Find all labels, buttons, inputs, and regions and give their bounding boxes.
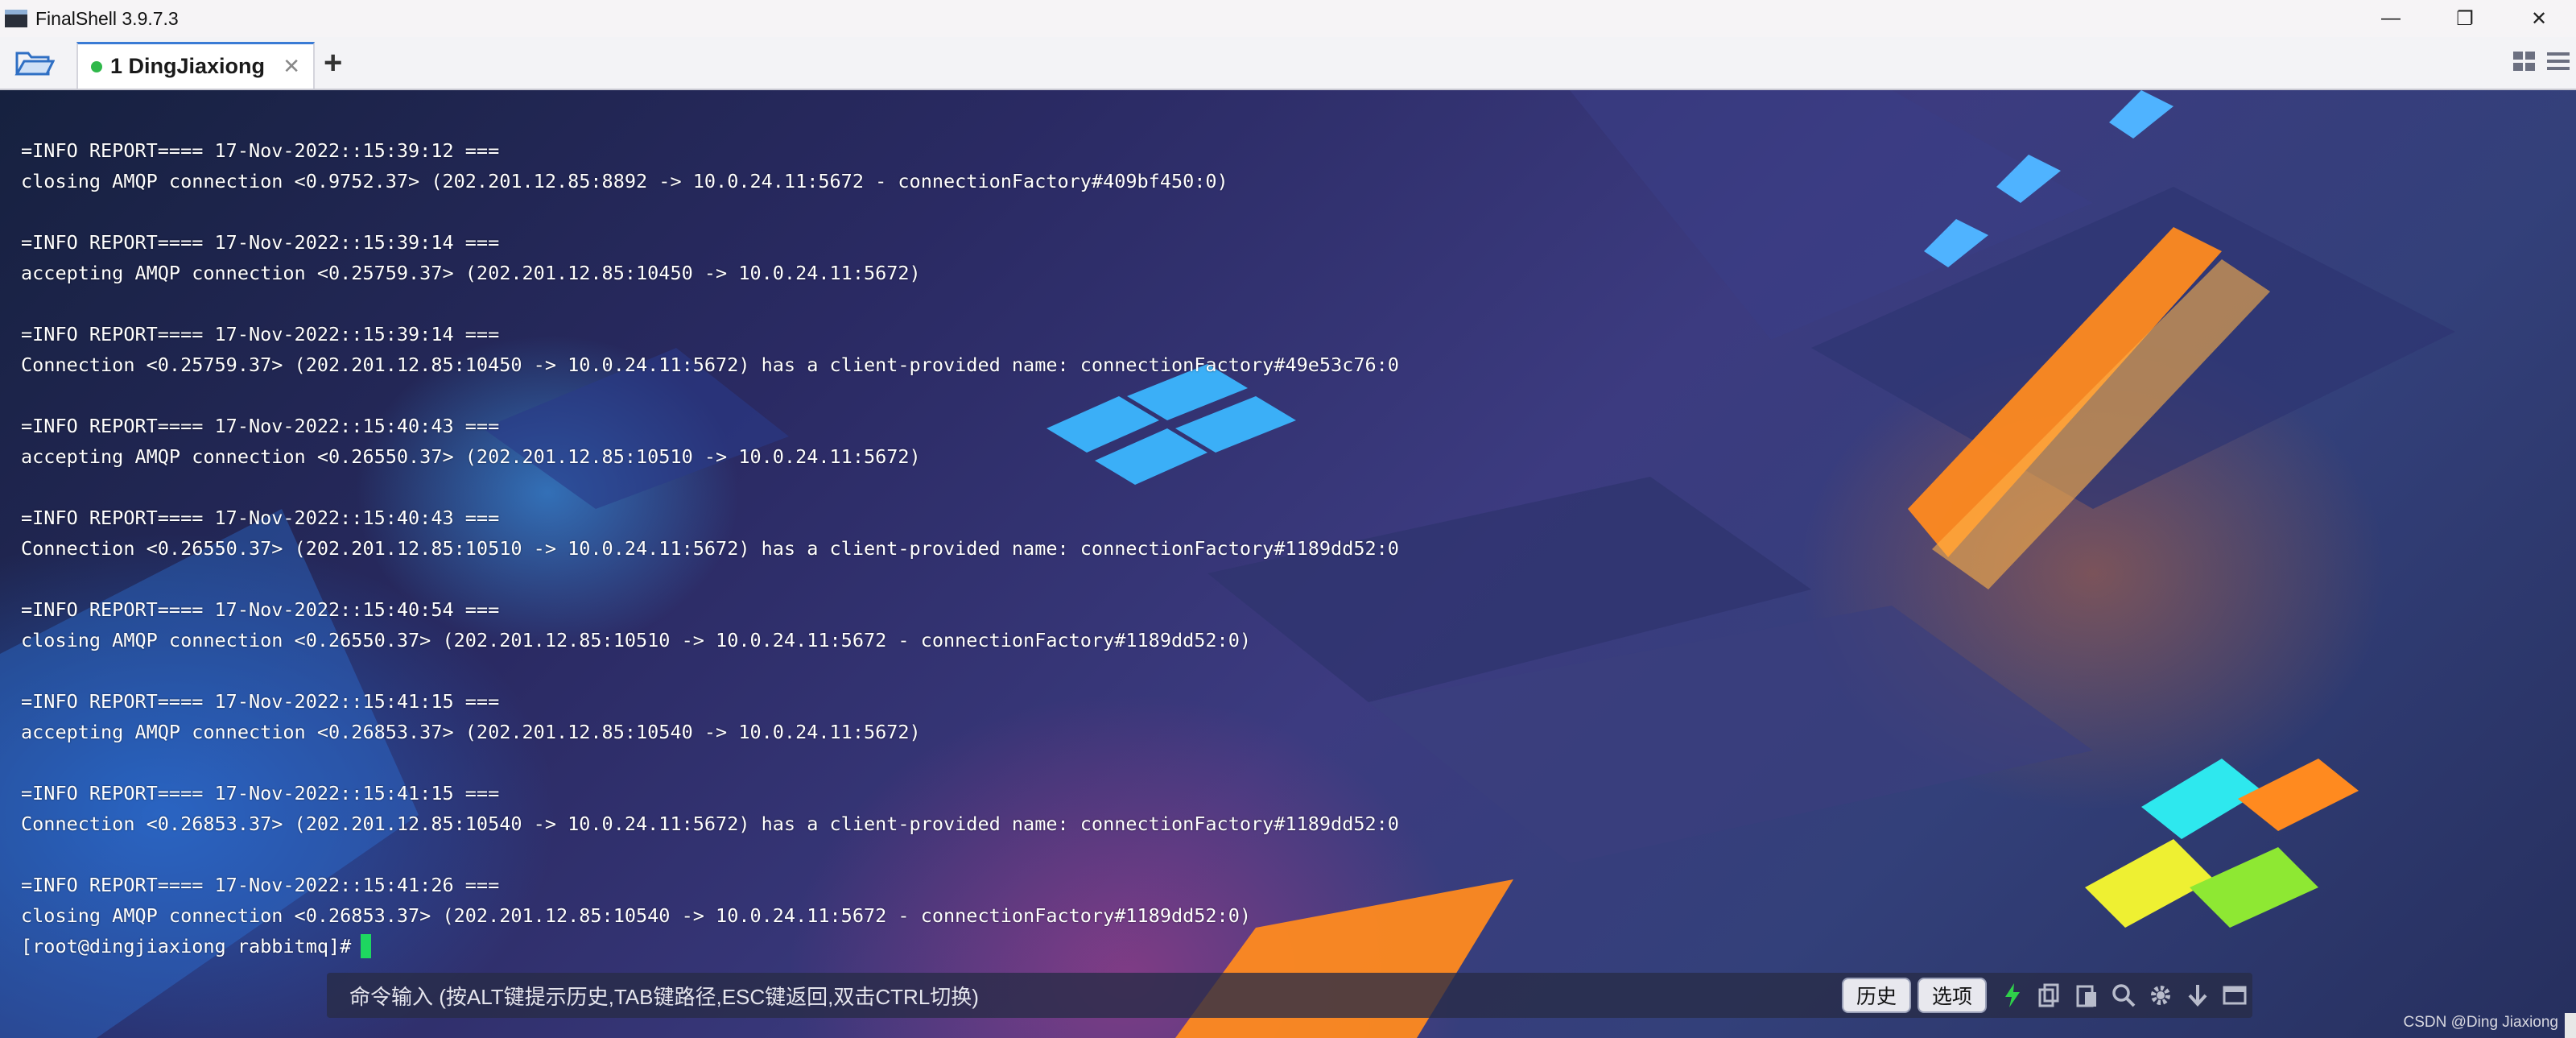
- terminal-line: =INFO REPORT==== 17-Nov-2022::15:40:54 =…: [21, 598, 500, 621]
- window-icon[interactable]: [2217, 978, 2252, 1013]
- connection-status-dot: [91, 60, 102, 72]
- grid-view-icon[interactable]: [2512, 48, 2537, 78]
- gear-icon[interactable]: [2143, 978, 2178, 1013]
- terminal-line: closing AMQP connection <0.9752.37> (202…: [21, 170, 1228, 192]
- minimize-button[interactable]: —: [2354, 0, 2428, 37]
- terminal-log: =INFO REPORT==== 17-Nov-2022::15:39:12 =…: [21, 135, 1399, 961]
- close-button[interactable]: ✕: [2502, 0, 2576, 37]
- terminal-line: =INFO REPORT==== 17-Nov-2022::15:41:15 =…: [21, 782, 500, 804]
- terminal-output[interactable]: =INFO REPORT==== 17-Nov-2022::15:39:12 =…: [0, 90, 2576, 1038]
- terminal-line: =INFO REPORT==== 17-Nov-2022::15:39:12 =…: [21, 139, 500, 162]
- restore-button[interactable]: ❐: [2428, 0, 2502, 37]
- terminal-line: Connection <0.26550.37> (202.201.12.85:1…: [21, 537, 1399, 560]
- command-input-bar: 命令输入 (按ALT键提示历史,TAB键路径,ESC键返回,双击CTRL切换) …: [327, 973, 2252, 1018]
- terminal-line: accepting AMQP connection <0.25759.37> (…: [21, 262, 921, 284]
- tab-close-icon[interactable]: ✕: [283, 54, 300, 79]
- shell-prompt: [root@dingjiaxiong rabbitmq]#: [21, 935, 352, 957]
- layout-toggle-group: [2512, 48, 2571, 78]
- terminal-line: accepting AMQP connection <0.26550.37> (…: [21, 445, 921, 468]
- terminal-line: closing AMQP connection <0.26550.37> (20…: [21, 629, 1252, 651]
- tab-bar: 1 DingJiaxiong ✕ +: [0, 37, 2576, 90]
- tab-session[interactable]: 1 DingJiaxiong ✕: [76, 42, 315, 89]
- window-title: FinalShell 3.9.7.3: [35, 7, 179, 29]
- terminal-line: =INFO REPORT==== 17-Nov-2022::15:40:43 =…: [21, 415, 500, 437]
- terminal-line: closing AMQP connection <0.26853.37> (20…: [21, 904, 1252, 927]
- paste-icon[interactable]: [2069, 978, 2104, 1013]
- terminal-line: =INFO REPORT==== 17-Nov-2022::15:39:14 =…: [21, 323, 500, 345]
- terminal-line: accepting AMQP connection <0.26853.37> (…: [21, 721, 921, 743]
- finalshell-window: FinalShell 3.9.7.3 — ❐ ✕ 1 DingJiaxiong …: [0, 0, 2576, 1038]
- shell-prompt-line[interactable]: [root@dingjiaxiong rabbitmq]#: [21, 931, 1399, 961]
- tab-label: 1 DingJiaxiong: [110, 54, 266, 78]
- history-button[interactable]: 历史: [1841, 978, 1911, 1013]
- terminal-line: Connection <0.26853.37> (202.201.12.85:1…: [21, 813, 1399, 835]
- folder-icon[interactable]: [14, 47, 56, 79]
- terminal-line: Connection <0.25759.37> (202.201.12.85:1…: [21, 354, 1399, 376]
- terminal-line: =INFO REPORT==== 17-Nov-2022::15:39:14 =…: [21, 231, 500, 254]
- terminal-line: =INFO REPORT==== 17-Nov-2022::15:41:26 =…: [21, 874, 500, 896]
- watermark: CSDN @Ding Jiaxiong: [2403, 1014, 2558, 1031]
- search-icon[interactable]: [2106, 978, 2141, 1013]
- command-input[interactable]: 命令输入 (按ALT键提示历史,TAB键路径,ESC键返回,双击CTRL切换): [349, 981, 1842, 1011]
- title-bar: FinalShell 3.9.7.3 — ❐ ✕: [0, 0, 2576, 37]
- list-view-icon[interactable]: [2545, 48, 2571, 78]
- download-icon[interactable]: [2180, 978, 2215, 1013]
- text-cursor: [361, 934, 372, 958]
- terminal-line: =INFO REPORT==== 17-Nov-2022::15:40:43 =…: [21, 507, 500, 529]
- add-tab-button[interactable]: +: [324, 45, 342, 81]
- options-button[interactable]: 选项: [1917, 978, 1987, 1013]
- window-controls: — ❐ ✕: [2354, 0, 2576, 37]
- terminal-line: =INFO REPORT==== 17-Nov-2022::15:41:15 =…: [21, 690, 500, 713]
- scrollbar-thumb[interactable]: [2565, 1013, 2576, 1038]
- copy-icon[interactable]: [2032, 978, 2067, 1013]
- lightning-icon[interactable]: [1995, 978, 2030, 1013]
- app-icon: [5, 10, 27, 27]
